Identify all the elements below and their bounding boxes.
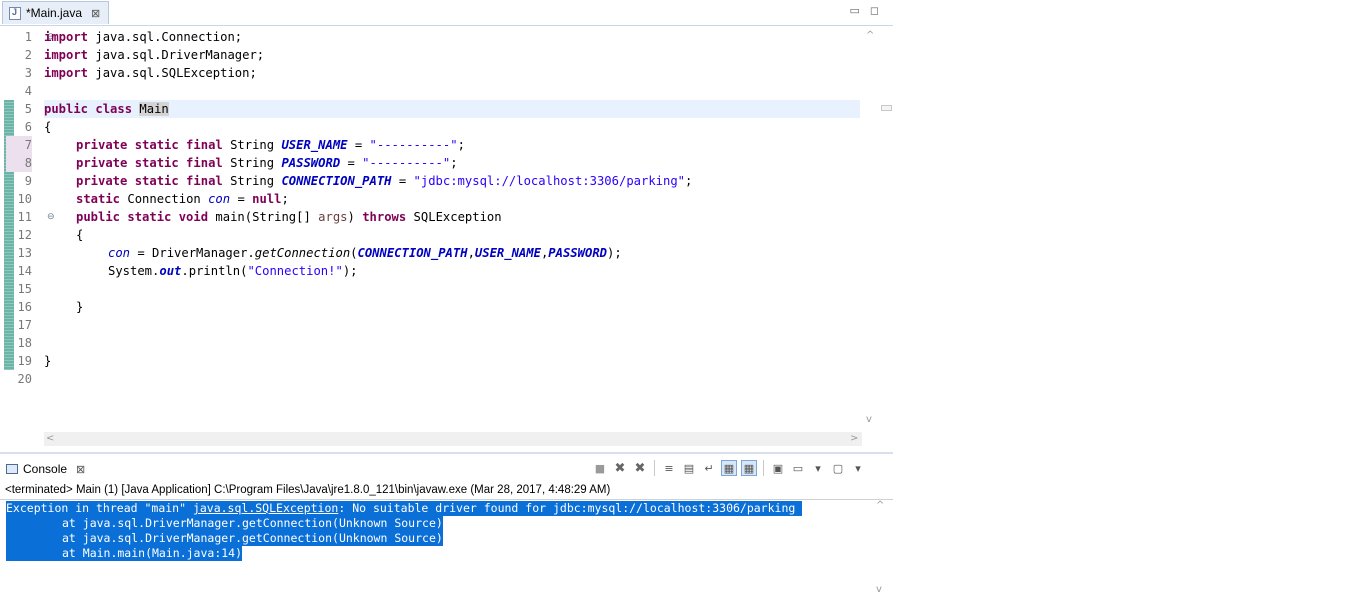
line-number: 13	[17, 246, 32, 260]
show-on-stderr-icon[interactable]: ▦	[741, 460, 757, 476]
line-number: 10	[17, 192, 32, 206]
line-number: 20	[17, 372, 32, 386]
eclipse-ide: *Main.java ⊠ ▭ ◻ 1 2 3 4 5 6 7 8 9 10 11…	[0, 0, 893, 599]
open-console-icon[interactable]: ▢	[830, 460, 846, 476]
console-toolbar: ■ ✖ ✖ ≡ ▤ ↵ ▦ ▦ ▣ ▭ ▾ ▢ ▾	[592, 460, 866, 476]
line-number: 5	[24, 102, 32, 116]
console-view-header: Console ⊠ ■ ✖ ✖ ≡ ▤ ↵ ▦ ▦ ▣ ▭ ▾ ▢ ▾	[0, 452, 893, 484]
minimize-icon[interactable]: ▭	[849, 4, 859, 17]
code-line-1: import java.sql.Connection;	[44, 30, 243, 44]
line-number: 2	[24, 48, 32, 62]
scroll-up-icon[interactable]: ^	[866, 30, 874, 41]
line-number: 12	[17, 228, 32, 242]
display-console-icon[interactable]: ▭	[790, 460, 806, 476]
code-line-2: import java.sql.DriverManager;	[44, 48, 265, 62]
line-number-ruler: 1 2 3 4 5 6 7 8 9 10 11 12 13 14 15 16 1…	[6, 26, 55, 436]
code-line-12: {	[76, 228, 84, 242]
console-scroll-down-icon[interactable]: v	[876, 584, 882, 595]
code-line-19: }	[44, 354, 52, 368]
clear-console-icon[interactable]: ≡	[661, 460, 677, 476]
toolbar-separator	[763, 460, 764, 476]
scroll-right-icon[interactable]: >	[850, 432, 858, 446]
code-line-10: static Connection con = null;	[76, 192, 289, 206]
editor-horizontal-scrollbar[interactable]: < >	[44, 432, 862, 446]
code-line-11: public static void main(String[] args) t…	[76, 210, 502, 224]
code-line-3: import java.sql.SQLException;	[44, 66, 257, 80]
code-line-7: private static final String USER_NAME = …	[76, 138, 465, 152]
console-icon	[6, 464, 18, 474]
maximize-icon[interactable]: ◻	[870, 4, 879, 17]
line-number: 16	[17, 300, 32, 314]
line-number: 18	[17, 336, 32, 350]
line-number: 1	[24, 30, 32, 44]
pin-console-icon[interactable]: ▣	[770, 460, 786, 476]
exception-link[interactable]: java.sql.SQLException	[193, 501, 338, 515]
close-tab-icon[interactable]: ⊠	[91, 7, 100, 20]
remove-launch-icon[interactable]: ✖	[612, 460, 628, 476]
terminate-icon[interactable]: ■	[592, 460, 608, 476]
line-number: 17	[17, 318, 32, 332]
line-number: 7	[6, 136, 32, 154]
code-line-16: }	[76, 300, 84, 314]
editor-tab-bar: *Main.java ⊠ ▭ ◻	[0, 0, 893, 26]
toolbar-separator	[654, 460, 655, 476]
tab-main-java[interactable]: *Main.java ⊠	[2, 1, 110, 24]
console-process-label: <terminated> Main (1) [Java Application]…	[5, 484, 611, 496]
scroll-left-icon[interactable]: <	[46, 432, 54, 446]
line-number: 15	[17, 282, 32, 296]
line-number: 19	[17, 354, 32, 368]
close-console-icon[interactable]: ⊠	[76, 463, 85, 476]
code-editor[interactable]: 1 2 3 4 5 6 7 8 9 10 11 12 13 14 15 16 1…	[0, 26, 893, 446]
display-dropdown-icon[interactable]: ▾	[810, 460, 826, 476]
scroll-down-icon[interactable]: v	[866, 414, 872, 425]
line-number: 9	[24, 174, 32, 188]
console-tab-title: Console	[23, 462, 68, 476]
remove-all-terminated-icon[interactable]: ✖	[632, 460, 648, 476]
overview-marker[interactable]	[881, 105, 892, 111]
line-number: 14	[17, 264, 32, 278]
code-line-5: public class Main	[44, 102, 169, 116]
line-number: 3	[24, 66, 32, 80]
console-output-line-1[interactable]: Exception in thread "main" java.sql.SQLE…	[6, 501, 803, 516]
line-number: 11	[17, 210, 32, 224]
code-line-13: con = DriverManager.getConnection(CONNEC…	[108, 246, 622, 260]
tab-title: *Main.java	[26, 6, 83, 20]
console-output-line-4[interactable]: at Main.main(Main.java:14)	[6, 546, 243, 561]
tab-console[interactable]: Console ⊠	[6, 462, 85, 476]
word-wrap-icon[interactable]: ↵	[701, 460, 717, 476]
line-number: 6	[24, 120, 32, 134]
code-line-8: private static final String PASSWORD = "…	[76, 156, 458, 170]
code-text[interactable]: import java.sql.Connection; import java.…	[44, 26, 860, 436]
line-number: 8	[6, 154, 32, 172]
console-output-line-3[interactable]: at java.sql.DriverManager.getConnection(…	[6, 531, 443, 546]
console-output-line-2[interactable]: at java.sql.DriverManager.getConnection(…	[6, 516, 443, 531]
scroll-lock-icon[interactable]: ▤	[681, 460, 697, 476]
console-scroll-up-icon[interactable]: ^	[876, 500, 884, 511]
code-line-14: System.out.println("Connection!");	[108, 264, 358, 278]
class-name-occurrence: Main	[139, 102, 169, 116]
show-on-stdout-icon[interactable]: ▦	[721, 460, 737, 476]
line-number: 4	[24, 84, 32, 98]
editor-window-controls: ▭ ◻	[849, 4, 879, 17]
code-line-6: {	[44, 120, 52, 134]
editor-vertical-scrollbar[interactable]: ^ v	[862, 26, 879, 431]
open-console-dropdown-icon[interactable]: ▾	[850, 460, 866, 476]
overview-ruler[interactable]	[880, 26, 892, 431]
java-file-icon	[9, 6, 21, 20]
code-line-9: private static final String CONNECTION_P…	[76, 174, 693, 188]
